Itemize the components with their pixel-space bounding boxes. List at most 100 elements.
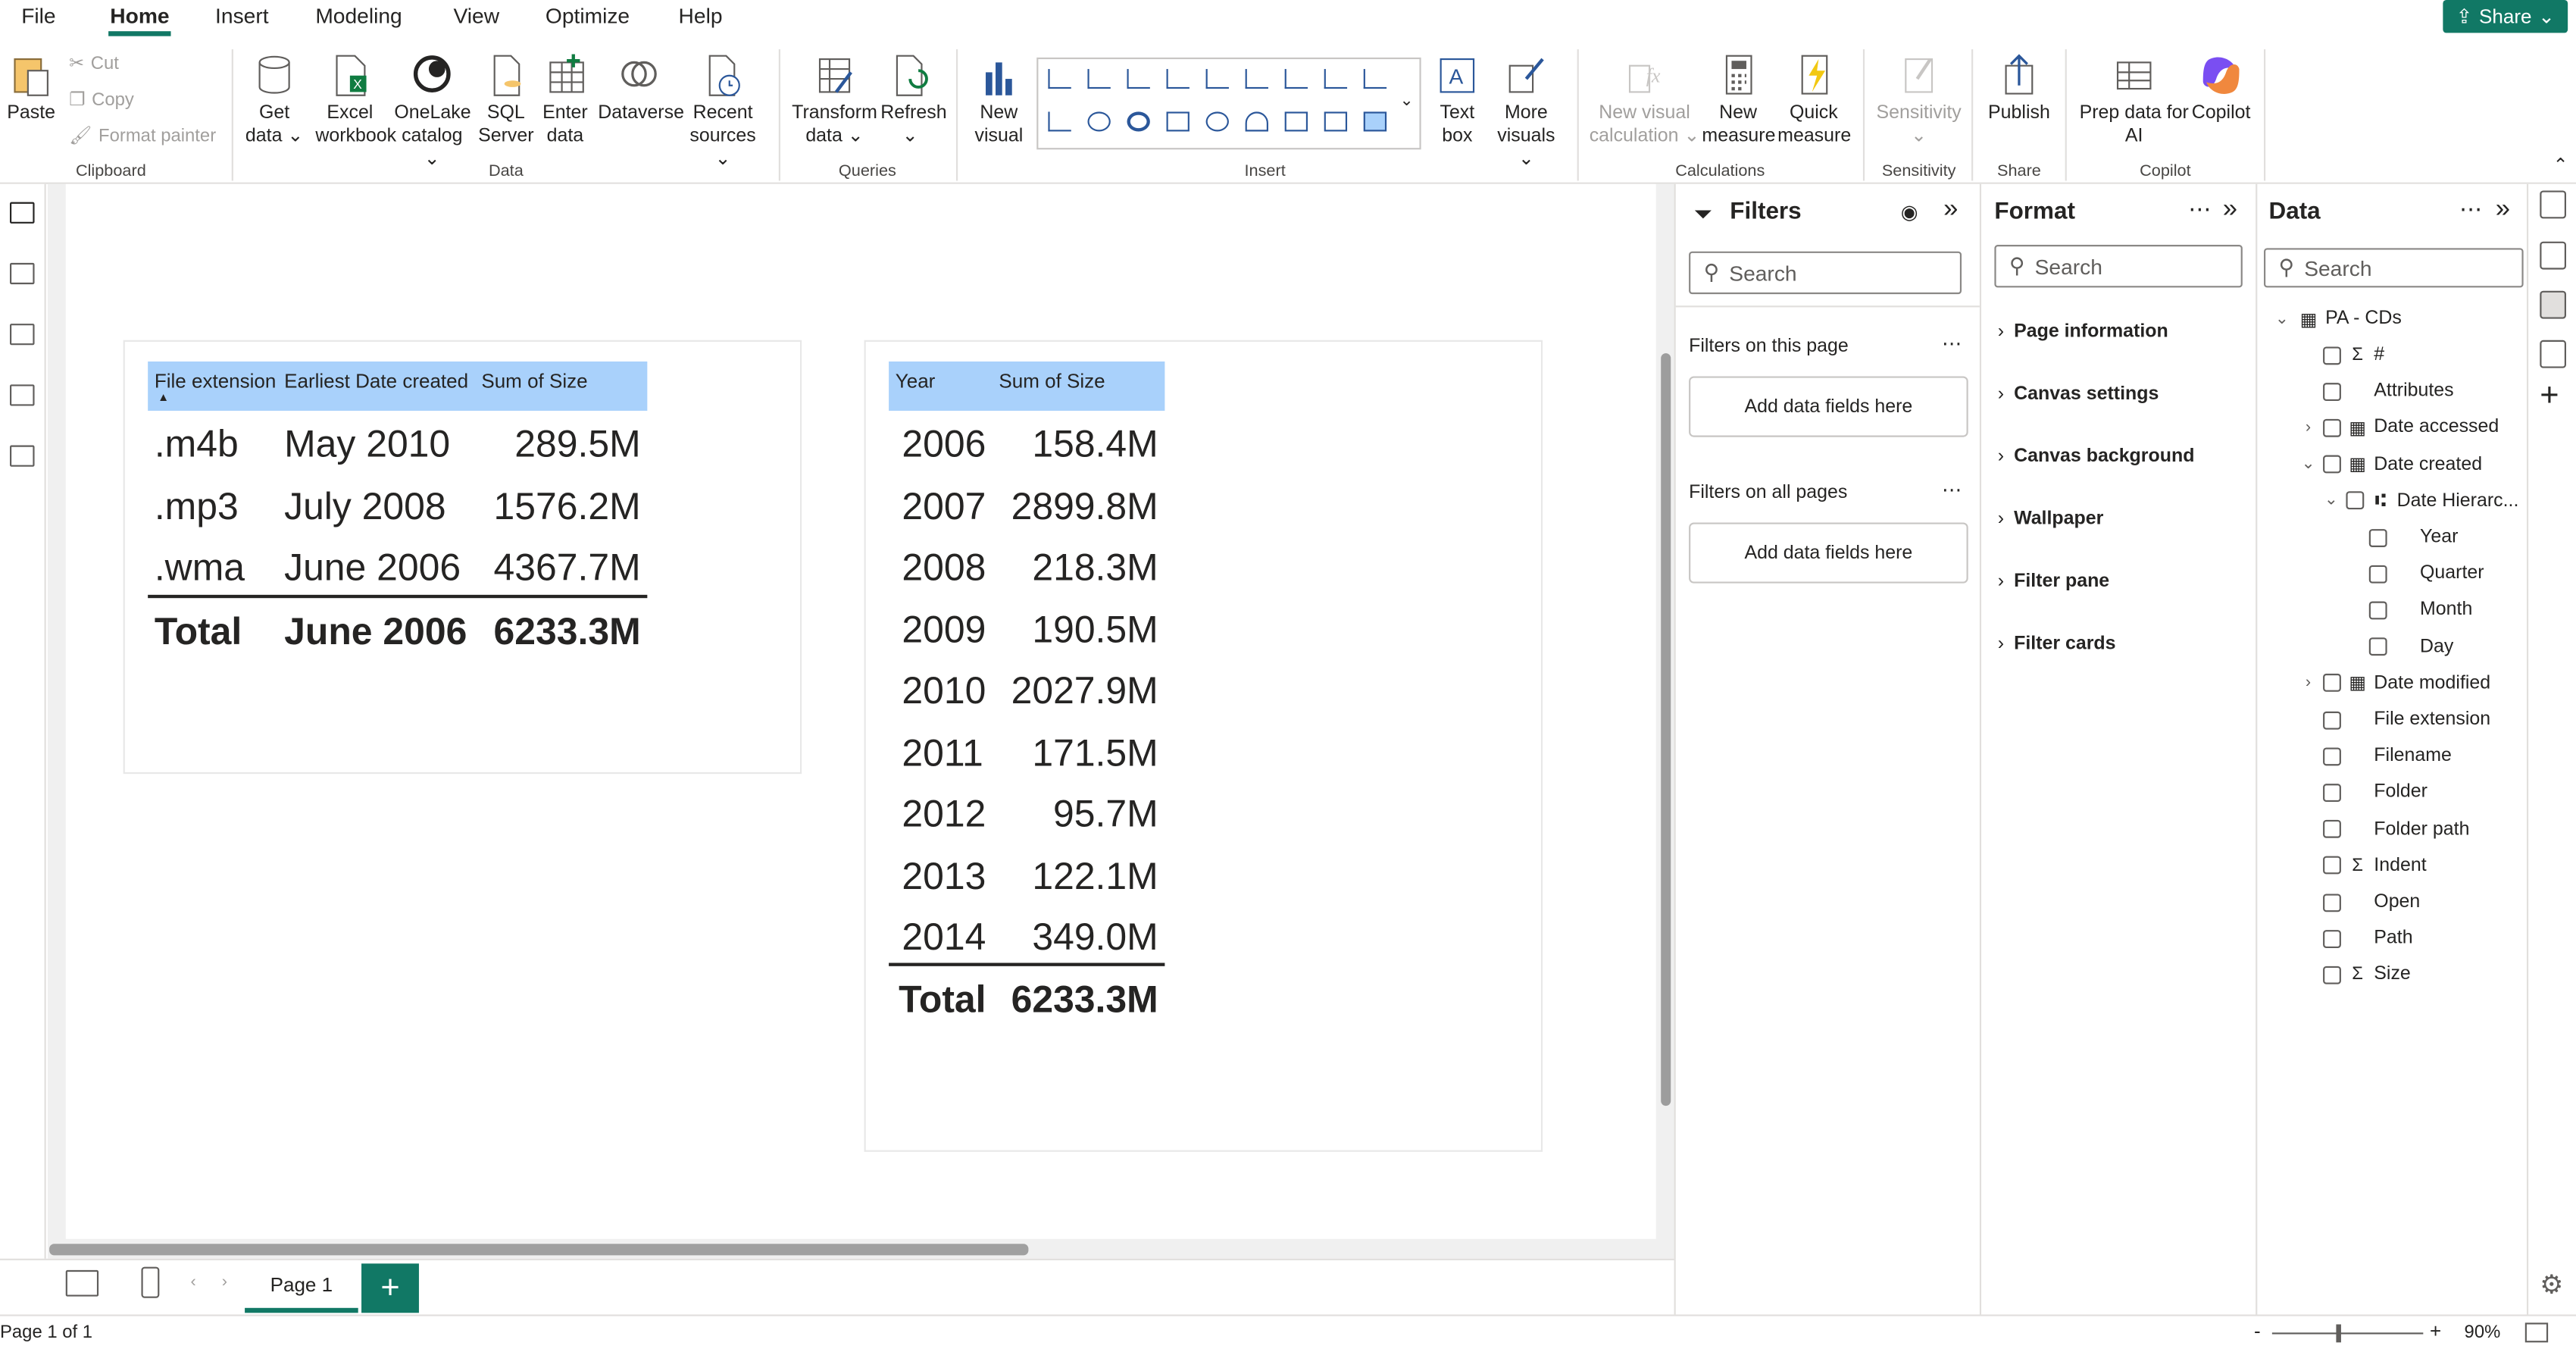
recent-sources-button[interactable]: Recent sources ⌄	[683, 52, 762, 171]
format-section[interactable]: › Canvas settings	[1998, 384, 2159, 404]
menu-home[interactable]: Home	[110, 3, 169, 28]
gear-icon[interactable]: ⚙	[2540, 1269, 2563, 1301]
refresh-button[interactable]: Refresh ⌄	[880, 52, 947, 148]
more-options-icon[interactable]: ⋯	[1942, 332, 1962, 355]
field-row[interactable]: Month	[2346, 594, 2472, 627]
field-checkbox[interactable]	[2323, 418, 2341, 437]
collapse-data-icon[interactable]: »	[2496, 196, 2510, 225]
menu-optimize[interactable]: Optimize	[546, 3, 630, 28]
zoom-slider-track[interactable]	[2271, 1332, 2424, 1335]
field-row[interactable]: ⌄ ⑆ Date Hierarc...	[2323, 484, 2519, 517]
column-header-file-extension[interactable]: File extension	[155, 370, 277, 393]
column-header-earliest-date[interactable]: Earliest Date created	[284, 370, 468, 393]
quick-measure-button[interactable]: Quick measure	[1777, 52, 1851, 148]
field-row[interactable]: Folder	[2300, 776, 2428, 809]
ribbon-chart-icon[interactable]	[1048, 111, 1071, 132]
clustered-bar-icon[interactable]	[1127, 69, 1150, 89]
clustered-column-icon[interactable]	[1166, 69, 1190, 89]
100-column-icon[interactable]	[1245, 69, 1268, 89]
format-section[interactable]: › Wallpaper	[1998, 509, 2104, 529]
data-pane-icon[interactable]	[2540, 190, 2566, 219]
visual-gallery[interactable]: ⌄	[1036, 57, 1421, 150]
zoom-level[interactable]: 90%	[2465, 1322, 2501, 1342]
field-checkbox[interactable]	[2323, 783, 2341, 802]
treemap-icon[interactable]	[1166, 111, 1190, 132]
column-header-sum-size[interactable]: Sum of Size	[481, 370, 587, 393]
format-section[interactable]: › Filter pane	[1998, 571, 2109, 591]
field-row[interactable]: Folder path	[2300, 812, 2469, 845]
field-checkbox[interactable]	[2323, 710, 2341, 729]
menu-file[interactable]: File	[21, 3, 55, 28]
scatter-chart-icon[interactable]	[1363, 69, 1387, 89]
field-checkbox[interactable]	[2323, 746, 2341, 765]
canvas-vertical-scrollbar[interactable]	[1661, 353, 1671, 1106]
field-checkbox[interactable]	[2323, 820, 2341, 838]
field-checkbox[interactable]	[2368, 601, 2387, 620]
line-chart-icon[interactable]	[1284, 69, 1308, 89]
filters-search-input[interactable]: ⚲ Search	[1689, 251, 1962, 295]
field-row[interactable]: Attributes	[2300, 375, 2454, 408]
field-checkbox[interactable]	[2323, 929, 2341, 948]
format-section[interactable]: › Canvas background	[1998, 447, 2195, 467]
publish-button[interactable]: Publish	[1981, 52, 2057, 124]
field-checkbox[interactable]	[2323, 856, 2341, 875]
filters-pane-icon[interactable]	[2540, 340, 2566, 368]
get-data-button[interactable]: Get data ⌄	[243, 52, 305, 148]
zoom-out-button[interactable]: -	[2254, 1319, 2261, 1342]
onelake-catalog-button[interactable]: OneLake catalog ⌄	[394, 52, 471, 171]
field-checkbox[interactable]	[2368, 565, 2387, 583]
tree-table-pa-cds[interactable]: ⌄ ▦ PA - CDs	[2274, 302, 2402, 335]
field-row[interactable]: ⌄ ▦ Date created	[2300, 448, 2482, 480]
field-checkbox[interactable]	[2323, 966, 2341, 984]
area-chart-icon[interactable]	[1324, 69, 1348, 89]
prev-page-icon[interactable]: ‹	[191, 1273, 196, 1291]
mobile-layout-icon[interactable]	[141, 1266, 160, 1298]
all-pages-filter-drop-zone[interactable]: Add data fields here	[1689, 522, 1968, 584]
matrix-visual-icon[interactable]	[1363, 111, 1387, 132]
donut-chart-icon[interactable]	[1127, 111, 1150, 132]
table-visual-year[interactable]: Year Sum of Size 2006 158.4M 2007 2899.8M 20…	[864, 340, 1543, 1152]
format-page-icon[interactable]	[2540, 290, 2566, 319]
collapse-filters-icon[interactable]: »	[1943, 196, 1958, 225]
share-button[interactable]: ⇪ Share ⌄	[2443, 0, 2568, 33]
data-search-input[interactable]: ⚲ Search	[2264, 248, 2524, 288]
build-visual-icon[interactable]	[2540, 241, 2566, 270]
field-checkbox[interactable]	[2323, 346, 2341, 365]
field-row[interactable]: Open	[2300, 886, 2420, 919]
menu-insert[interactable]: Insert	[215, 3, 269, 28]
dataverse-button[interactable]: Dataverse	[598, 52, 684, 124]
more-options-icon[interactable]: ⋯	[1942, 478, 1962, 501]
fit-to-page-icon[interactable]	[2524, 1322, 2549, 1343]
field-checkbox[interactable]	[2323, 382, 2341, 401]
zoom-slider-thumb[interactable]	[2336, 1324, 2341, 1343]
stacked-bar-icon[interactable]	[1048, 69, 1071, 89]
prep-data-ai-button[interactable]: Prep data for AI	[2077, 52, 2192, 148]
field-checkbox[interactable]	[2368, 637, 2387, 656]
transform-data-button[interactable]: Transform data ⌄	[792, 52, 877, 148]
format-section[interactable]: › Filter cards	[1998, 634, 2116, 654]
model-view-icon[interactable]	[10, 324, 35, 346]
map-icon[interactable]	[1205, 111, 1229, 132]
field-checkbox[interactable]	[2346, 491, 2365, 510]
report-view-icon[interactable]	[10, 202, 35, 224]
page-tab[interactable]: Page 1	[245, 1260, 358, 1313]
format-painter-button[interactable]: 🖌 Format painter	[69, 125, 216, 146]
field-row[interactable]: Σ Size	[2300, 959, 2411, 991]
field-row[interactable]: Σ #	[2300, 339, 2384, 371]
field-row[interactable]: › ▦ Date accessed	[2300, 412, 2499, 444]
text-box-button[interactable]: A Text box	[1429, 52, 1485, 148]
field-checkbox[interactable]	[2368, 528, 2387, 546]
copilot-button[interactable]: Copilot	[2185, 52, 2257, 124]
new-visual-button[interactable]: New visual	[969, 52, 1028, 148]
menu-modeling[interactable]: Modeling	[315, 3, 402, 28]
gallery-expand-icon[interactable]: ⌄	[1399, 92, 1413, 110]
eye-icon[interactable]: ◉	[1901, 201, 1918, 224]
field-checkbox[interactable]	[2323, 674, 2341, 693]
more-visuals-button[interactable]: More visuals ⌄	[1489, 52, 1565, 171]
more-options-icon[interactable]: ⋯	[2459, 196, 2482, 224]
enter-data-button[interactable]: Enter data	[539, 52, 591, 148]
table-view-icon[interactable]	[10, 262, 35, 285]
format-section[interactable]: › Page information	[1998, 322, 2168, 342]
field-row[interactable]: Quarter	[2346, 557, 2484, 590]
format-search-input[interactable]: ⚲ Search	[1994, 245, 2243, 288]
